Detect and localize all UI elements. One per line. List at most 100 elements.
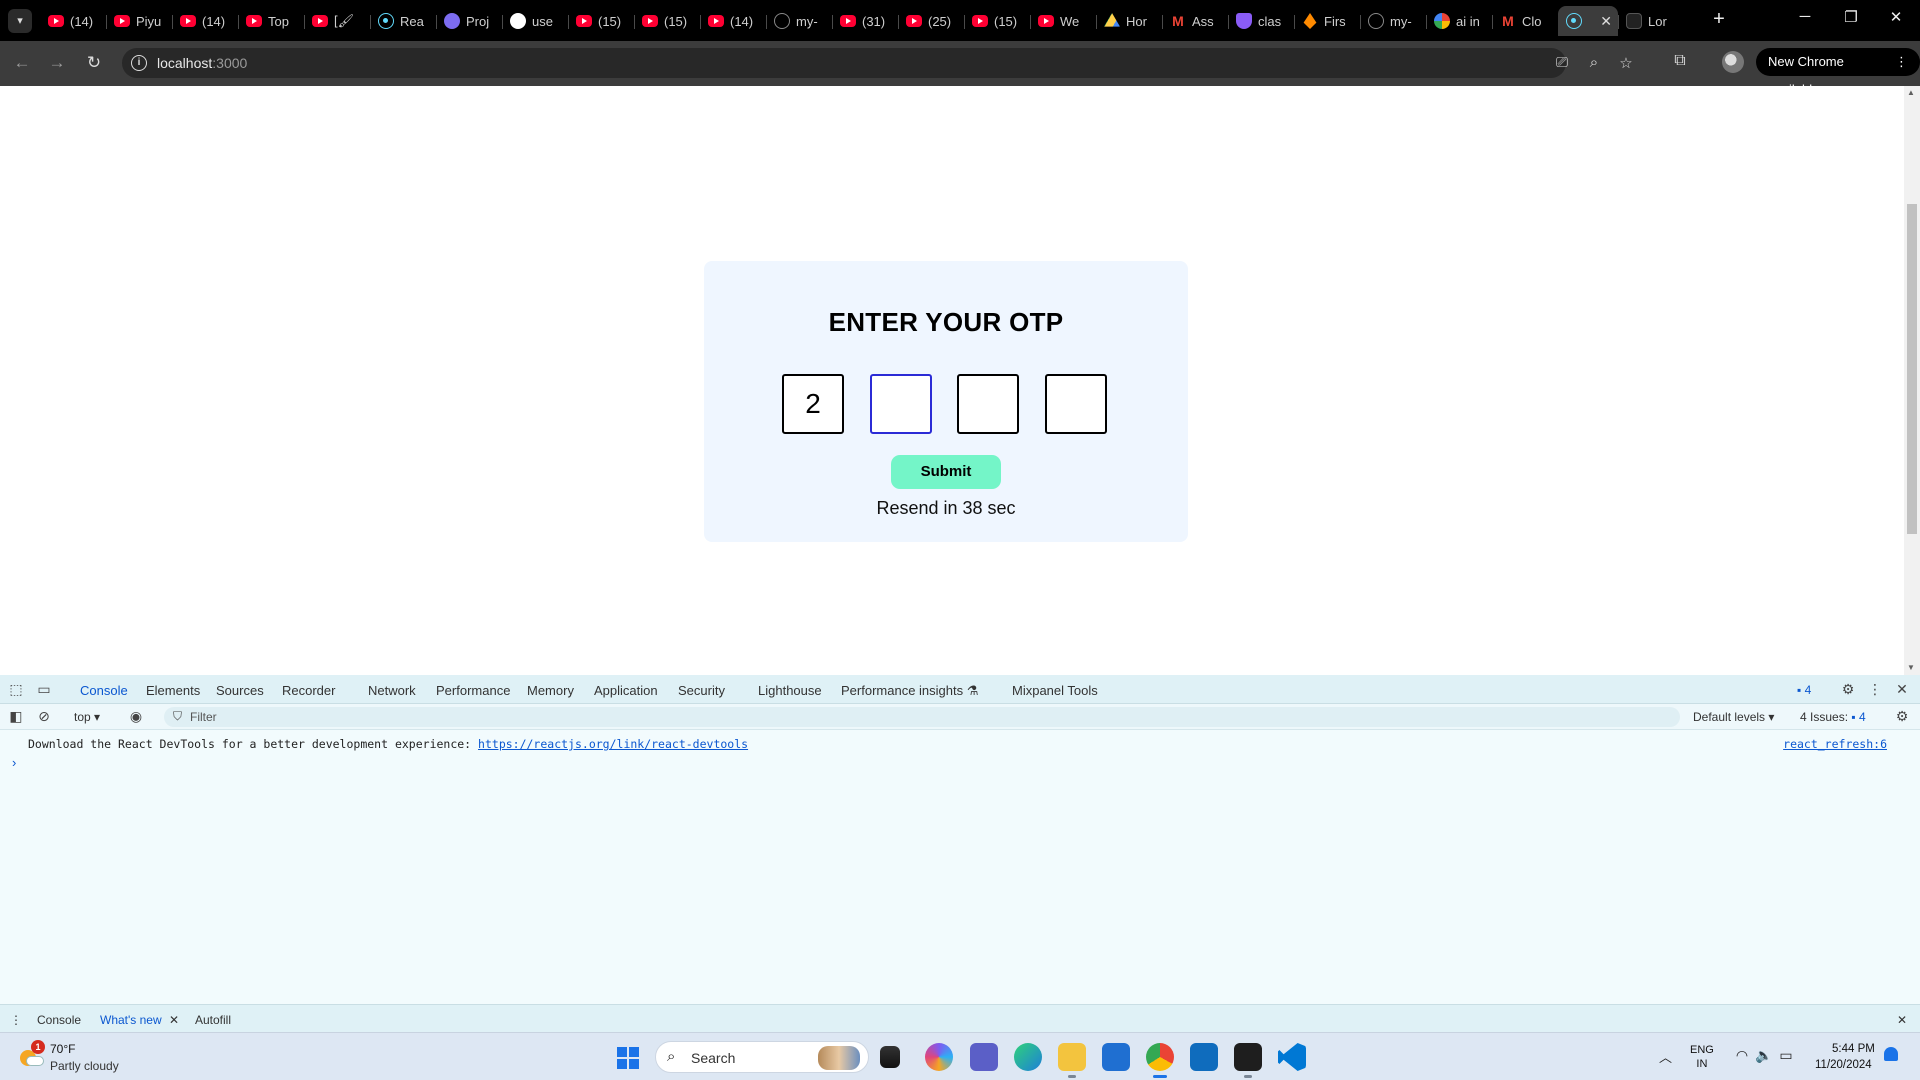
show-hidden-icons-chevron[interactable]: ︿ xyxy=(1659,1047,1672,1066)
extensions-icon[interactable]: ⧉ xyxy=(1668,52,1692,70)
url-text[interactable]: localhost:3000 xyxy=(157,55,247,71)
browser-tab[interactable]: (15) xyxy=(634,6,700,36)
scroll-thumb[interactable] xyxy=(1907,204,1917,534)
browser-tab[interactable]: (31) xyxy=(832,6,898,36)
copilot-icon[interactable] xyxy=(925,1043,953,1071)
devtools-tab-security[interactable]: Security xyxy=(678,683,725,698)
react-devtools-link[interactable]: https://reactjs.org/link/react-devtools xyxy=(478,737,748,751)
issues-badge[interactable]: ▪ 4 xyxy=(1797,683,1811,697)
battery-icon[interactable]: ▭ xyxy=(1777,1047,1795,1064)
volume-icon[interactable]: 🔈 xyxy=(1755,1047,1773,1064)
browser-tab[interactable]: (25) xyxy=(898,6,964,36)
devtools-tab-performance-insights[interactable]: Performance insights ⚗ xyxy=(841,683,978,699)
close-window-icon[interactable]: ✕ xyxy=(1881,8,1911,26)
site-info-icon[interactable]: i xyxy=(131,55,147,71)
browser-tab[interactable]: Top xyxy=(238,6,304,36)
close-drawer-icon[interactable]: ✕ xyxy=(1897,1013,1907,1027)
input-language[interactable]: ENG IN xyxy=(1690,1043,1714,1071)
page-scrollbar[interactable]: ▲ ▼ xyxy=(1904,86,1920,675)
console-settings-icon[interactable]: ⚙ xyxy=(1893,708,1911,725)
console-filter-input[interactable]: ⛉ Filter xyxy=(164,707,1680,727)
drawer-menu-icon[interactable]: ⋮ xyxy=(10,1013,22,1027)
close-devtools-icon[interactable]: ✕ xyxy=(1893,681,1911,698)
browser-tab[interactable]: ai in xyxy=(1426,6,1492,36)
clock-date[interactable]: 11/20/2024 xyxy=(1815,1059,1872,1071)
zoom-icon[interactable]: ⌕ xyxy=(1584,54,1604,71)
issues-counter[interactable]: 4 Issues: ▪ 4 xyxy=(1800,710,1866,724)
devtools-tab-network[interactable]: Network xyxy=(368,683,416,698)
browser-tab[interactable]: (15) xyxy=(964,6,1030,36)
address-bar[interactable]: i localhost:3000 ⎚ ⌕ ☆ xyxy=(122,48,1633,78)
task-view-icon[interactable] xyxy=(880,1046,900,1068)
sidebar-toggle-icon[interactable]: ◧ xyxy=(7,708,25,725)
otp-digit-3[interactable] xyxy=(957,374,1019,434)
file-explorer-icon[interactable] xyxy=(1058,1043,1086,1078)
otp-digit-1[interactable]: 2 xyxy=(782,374,844,434)
devtools-tab-memory[interactable]: Memory xyxy=(527,683,574,698)
bookmark-star-icon[interactable]: ☆ xyxy=(1616,54,1636,72)
browser-tab[interactable]: Hor xyxy=(1096,6,1162,36)
devtools-tab-application[interactable]: Application xyxy=(594,683,658,698)
minimize-icon[interactable]: ─ xyxy=(1790,8,1820,25)
chrome-icon[interactable] xyxy=(1146,1043,1174,1078)
weather-description[interactable]: Partly cloudy xyxy=(50,1059,119,1073)
new-tab-button[interactable]: + xyxy=(1706,8,1732,31)
log-levels-dropdown[interactable]: Default levels ▾ xyxy=(1693,710,1774,724)
reload-icon[interactable]: ↻ xyxy=(82,51,106,75)
browser-tab[interactable]: (14) xyxy=(172,6,238,36)
otp-digit-2[interactable] xyxy=(870,374,932,434)
profile-avatar[interactable] xyxy=(1722,51,1744,73)
install-app-icon[interactable]: ⎚ xyxy=(1552,54,1572,71)
scroll-down-icon[interactable]: ▼ xyxy=(1907,663,1915,672)
devtools-tab-console[interactable]: Console xyxy=(74,683,134,707)
browser-tab[interactable]: use xyxy=(502,6,568,36)
browser-tab[interactable]: M Ass xyxy=(1162,6,1228,36)
browser-tab[interactable]: Proj xyxy=(436,6,502,36)
context-select[interactable]: top ▾ xyxy=(74,710,100,724)
teams-icon[interactable] xyxy=(970,1043,998,1071)
console-prompt-icon[interactable]: › xyxy=(12,755,16,770)
browser-tab[interactable]: my- xyxy=(1360,6,1426,36)
drawer-tab-whats-new[interactable]: What's new xyxy=(92,1013,186,1035)
live-expression-eye-icon[interactable]: ◉ xyxy=(127,708,145,725)
browser-tab[interactable]: clas xyxy=(1228,6,1294,36)
browser-tab[interactable]: Piyu xyxy=(106,6,172,36)
browser-tab[interactable]: (14) xyxy=(40,6,106,36)
otp-digit-4[interactable] xyxy=(1045,374,1107,434)
drawer-tab-autofill[interactable]: Autofill xyxy=(195,1013,231,1027)
notification-bell-icon[interactable] xyxy=(1884,1047,1898,1061)
browser-tab[interactable]: Rea xyxy=(370,6,436,36)
devtools-tab-lighthouse[interactable]: Lighthouse xyxy=(758,683,822,698)
microsoft-store-icon[interactable] xyxy=(1102,1043,1130,1071)
browser-tab[interactable]: (14) xyxy=(700,6,766,36)
devtools-menu-icon[interactable]: ⋮ xyxy=(1866,681,1884,698)
settings-gear-icon[interactable]: ⚙ xyxy=(1839,681,1857,698)
devtools-tab-sources[interactable]: Sources xyxy=(216,683,264,698)
drawer-tab-console[interactable]: Console xyxy=(37,1013,81,1027)
vscode-icon[interactable] xyxy=(1278,1043,1306,1071)
weather-temperature[interactable]: 70°F xyxy=(50,1042,75,1056)
devtools-tab-mixpanel-tools[interactable]: Mixpanel Tools xyxy=(1012,683,1098,698)
browser-tab[interactable]: M Clo xyxy=(1492,6,1558,36)
forward-icon[interactable]: → xyxy=(45,51,69,75)
chrome-update-button[interactable]: New Chrome available⋮ xyxy=(1756,48,1920,97)
close-drawer-tab-icon[interactable]: ✕ xyxy=(169,1013,179,1027)
browser-tab-active[interactable]: ✕ xyxy=(1558,6,1618,36)
tab-search-button[interactable]: ▾ xyxy=(8,9,32,33)
browser-tab[interactable]: [🖌 xyxy=(304,6,370,36)
scroll-up-icon[interactable]: ▲ xyxy=(1907,88,1915,97)
submit-button[interactable]: Submit xyxy=(891,455,1001,489)
device-toolbar-icon[interactable]: ▭ xyxy=(35,681,53,698)
browser-tab[interactable]: (15) xyxy=(568,6,634,36)
wifi-icon[interactable]: ◠ xyxy=(1733,1047,1751,1064)
devtools-tab-recorder[interactable]: Recorder xyxy=(282,683,335,698)
browser-tab[interactable]: Firs xyxy=(1294,6,1360,36)
close-tab-icon[interactable]: ✕ xyxy=(1600,13,1612,30)
terminal-icon[interactable] xyxy=(1234,1043,1262,1078)
start-windows-icon[interactable] xyxy=(617,1047,639,1069)
clear-console-icon[interactable]: ⊘ xyxy=(35,708,53,725)
clock-time[interactable]: 5:44 PM xyxy=(1832,1043,1875,1055)
more-menu-icon[interactable]: ⋮ xyxy=(1895,48,1908,76)
back-icon[interactable]: ← xyxy=(10,51,34,75)
browser-tab[interactable]: Lor xyxy=(1618,6,1684,36)
